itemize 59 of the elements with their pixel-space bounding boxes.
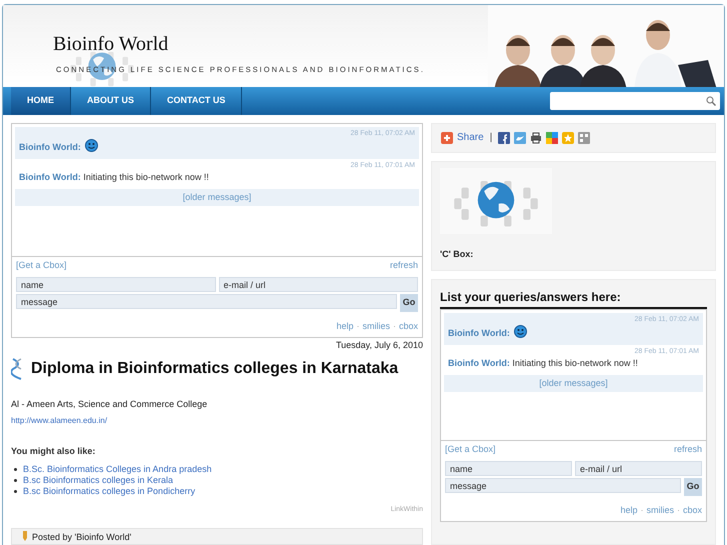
link-separator: ·: [392, 320, 396, 333]
message-field[interactable]: message: [16, 294, 397, 309]
footer-link[interactable]: cbox: [682, 504, 702, 518]
search-field[interactable]: [550, 92, 720, 110]
link-separator: ·: [640, 504, 644, 517]
refresh-link[interactable]: refresh: [390, 258, 418, 272]
footer-link[interactable]: smilies: [646, 504, 674, 518]
email-field[interactable]: e-mail / url: [575, 461, 702, 476]
dna-icon: [11, 358, 23, 380]
bullet-icon: [14, 479, 17, 482]
message-author[interactable]: Bioinfo World:: [448, 358, 510, 368]
older-messages-link[interactable]: [older messages]: [182, 192, 252, 202]
share-link[interactable]: Share: [457, 130, 484, 145]
post-body: Al - Ameen Arts, Science and Commerce College: [11, 398, 208, 411]
grid-icon[interactable]: [546, 132, 558, 144]
post-link[interactable]: http://www.alameen.edu.in/: [11, 414, 423, 426]
related-post-link[interactable]: B.sc Bioinformatics colleges in Kerala: [23, 475, 174, 486]
related-post-link[interactable]: B.Sc. Bioinformatics Colleges in Andra pradesh: [23, 464, 212, 475]
email-field[interactable]: e-mail / url: [218, 277, 418, 292]
bullet-icon: [14, 490, 17, 493]
related-heading: You might also like:: [11, 444, 96, 458]
squares-icon[interactable]: [578, 132, 590, 144]
smiley-icon: [514, 325, 527, 338]
name-field[interactable]: name: [445, 461, 572, 476]
go-button[interactable]: Go: [684, 478, 702, 496]
message-text: Initiating this bio-network now !!: [82, 172, 209, 182]
name-field[interactable]: name: [16, 277, 216, 292]
posted-by: Posted by 'Bioinfo World': [32, 530, 132, 544]
plus-icon: [441, 132, 453, 144]
post-title[interactable]: Diploma in Bioinformatics colleges in Karnataka: [31, 357, 398, 381]
link-separator: ·: [356, 320, 360, 333]
footer-link[interactable]: help: [336, 320, 354, 334]
bullet-icon: [14, 468, 17, 471]
pencil-icon: [22, 530, 28, 540]
search-icon: [706, 96, 716, 106]
message-author[interactable]: Bioinfo World:: [19, 172, 81, 182]
print-icon[interactable]: [530, 132, 542, 144]
related-post-link[interactable]: B.sc Bioinformatics colleges in Pondicherry: [23, 486, 196, 497]
post-date: Tuesday, July 6, 2010: [336, 340, 423, 350]
facebook-icon[interactable]: [498, 132, 510, 144]
share-separator: |: [490, 131, 492, 145]
get-cbox-link[interactable]: [Get a Cbox]: [16, 258, 67, 272]
older-messages-link[interactable]: [older messages]: [539, 378, 608, 388]
star-icon[interactable]: [562, 132, 574, 144]
message-text: Initiating this bio-network now !!: [511, 358, 638, 368]
get-cbox-link[interactable]: [Get a Cbox]: [445, 442, 496, 456]
footer-link[interactable]: cbox: [398, 320, 418, 334]
link-separator: ·: [676, 504, 680, 517]
footer-link[interactable]: smilies: [362, 320, 390, 334]
nav-tab[interactable]: HOME: [11, 86, 71, 114]
cbox-caption: 'C' Box:: [440, 248, 474, 260]
message-author[interactable]: Bioinfo World:: [448, 328, 510, 338]
go-button[interactable]: Go: [400, 294, 418, 312]
message-author[interactable]: Bioinfo World:: [19, 142, 81, 152]
message-field[interactable]: message: [445, 478, 681, 493]
site-title[interactable]: Bioinfo World: [53, 29, 425, 59]
footer-link[interactable]: help: [620, 504, 638, 518]
refresh-link[interactable]: refresh: [674, 442, 702, 456]
smiley-icon: [84, 139, 98, 152]
